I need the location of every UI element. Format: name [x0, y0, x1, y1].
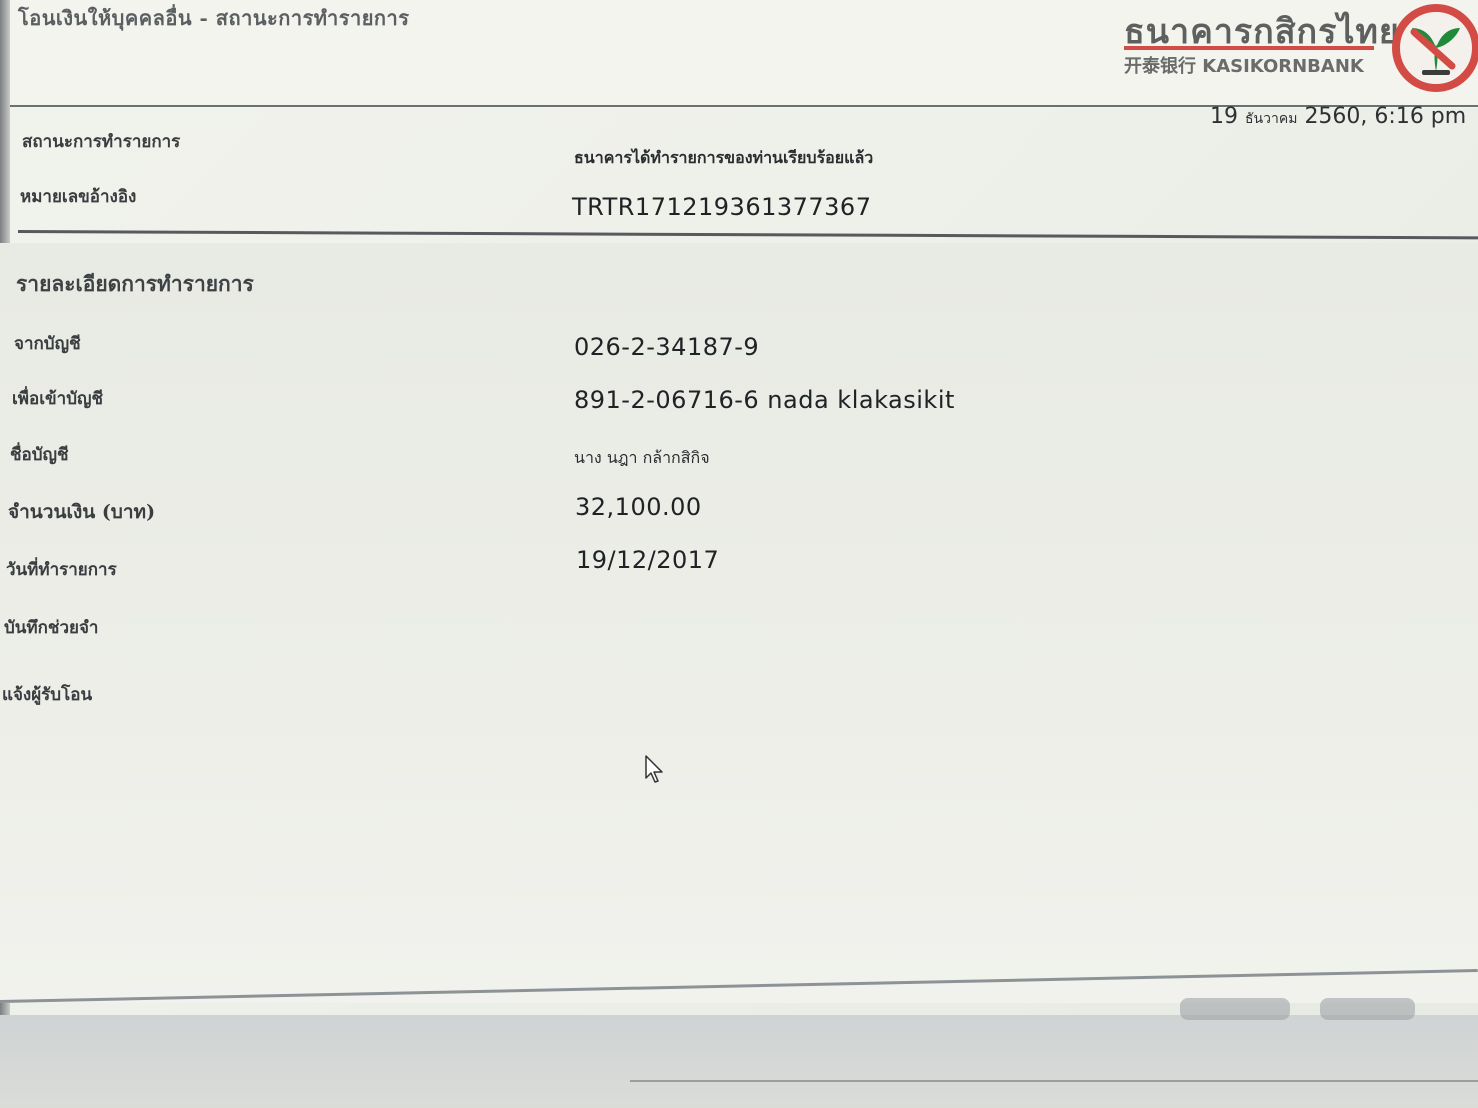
page-header: โอนเงินให้บุคคลอื่น - สถานะการทำรายการ ธ… — [10, 0, 1478, 108]
memo-label: บันทึกช่วยจำ — [4, 618, 99, 638]
from-account-label: จากบัญชี — [14, 334, 81, 354]
timestamp-rest: 2560, 6:16 pm — [1304, 104, 1467, 129]
status-value: ธนาคารได้ทำรายการของท่านเรียบร้อยแล้ว — [574, 148, 874, 167]
home-button[interactable] — [1320, 998, 1415, 1020]
bank-name-english: 开泰银行 KASIKORNBANK — [1124, 56, 1364, 77]
account-name-label: ชื่อบัญชี — [10, 445, 69, 465]
mouse-cursor-icon — [645, 755, 663, 783]
bank-logo: ธนาคารกสิกรไทย 开泰银行 KASIKORNBANK — [1110, 2, 1478, 102]
status-label: สถานะการทำรายการ — [22, 132, 181, 152]
to-account-value: 891-2-06716-6 nada klakasikit — [574, 386, 955, 414]
timestamp-month: ธันวาคม — [1245, 111, 1298, 127]
reference-number-label: หมายเลขอ้างอิง — [20, 187, 137, 207]
transaction-date-label: วันที่ทำรายการ — [6, 560, 117, 580]
from-account-value: 026-2-34187-9 — [574, 333, 760, 361]
bank-name-underline — [1124, 46, 1374, 50]
reference-number-value: TRTR171219361377367 — [572, 193, 872, 221]
notify-recipient-label: แจ้งผู้รับโอน — [2, 685, 93, 705]
amount-label: จำนวนเงิน (บาท) — [8, 501, 156, 523]
window-bottom-bar — [0, 1015, 1478, 1108]
desk-edge — [630, 1080, 1478, 1082]
to-account-label: เพื่อเข้าบัญชี — [12, 389, 104, 409]
page-title: โอนเงินให้บุคคลอื่น - สถานะการทำรายการ — [18, 6, 410, 30]
amount-value: 32,100.00 — [575, 493, 702, 521]
transaction-timestamp: 19 ธันวาคม 2560, 6:16 pm — [1210, 104, 1466, 130]
print-button[interactable] — [1180, 998, 1290, 1020]
transaction-date-value: 19/12/2017 — [576, 546, 720, 574]
screen: โอนเงินให้บุคคลอื่น - สถานะการทำรายการ ธ… — [0, 0, 1478, 1108]
account-name-value: นาง นฎา กล้ากสิกิจ — [574, 448, 710, 467]
section-divider — [17, 230, 1478, 240]
timestamp-day: 19 — [1210, 104, 1238, 129]
kasikorn-leaf-logo-icon — [1392, 4, 1478, 92]
details-heading: รายละเอียดการทำรายการ — [16, 271, 254, 296]
